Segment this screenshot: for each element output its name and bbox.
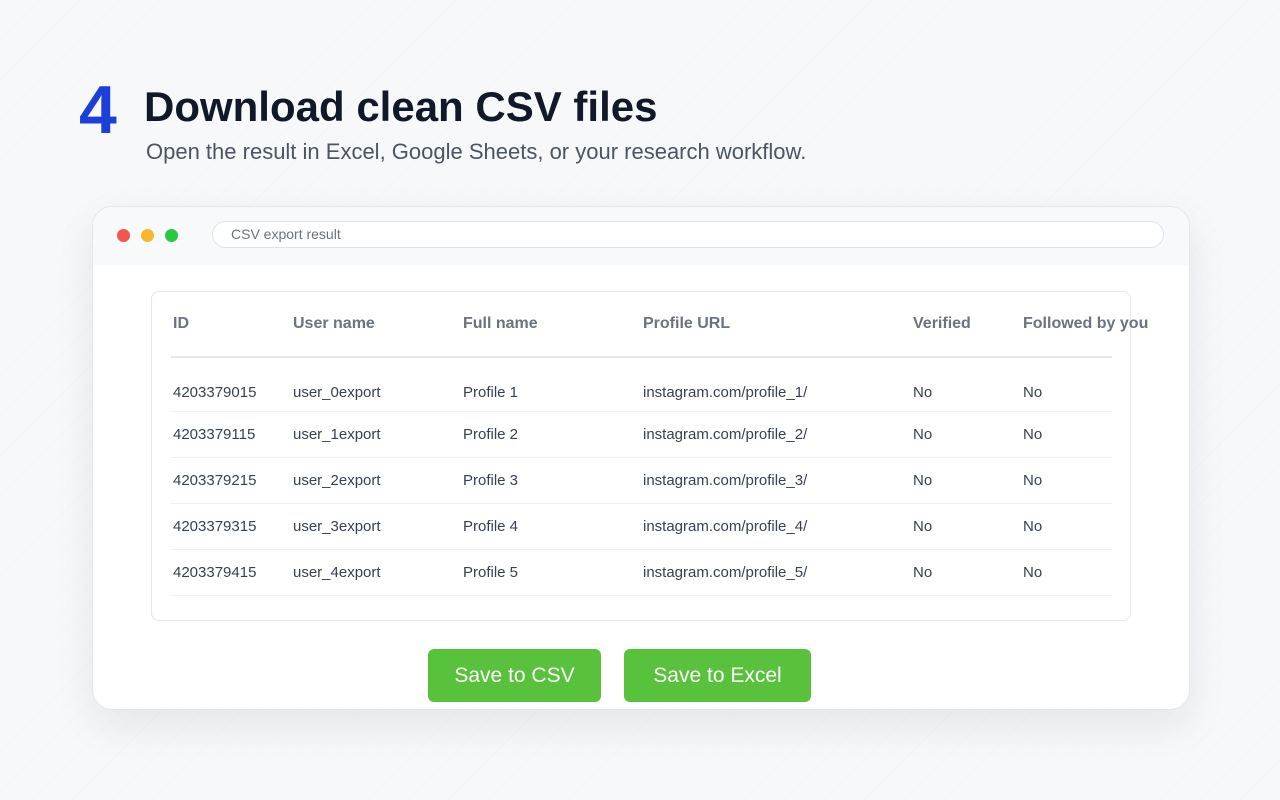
cell-user-name: user_0export: [291, 357, 461, 412]
save-to-csv-button[interactable]: Save to CSV: [428, 649, 601, 702]
cell-profile-url: instagram.com/profile_1/: [641, 357, 911, 412]
page-subtitle: Open the result in Excel, Google Sheets,…: [146, 139, 807, 164]
cell-followed-by-you: No: [1021, 411, 1112, 458]
window-titlebar: CSV export result: [93, 207, 1189, 265]
column-header-profile-url: Profile URL: [641, 292, 911, 358]
cell-verified: No: [911, 549, 1021, 596]
cell-verified: No: [911, 503, 1021, 550]
cell-profile-url: instagram.com/profile_4/: [641, 503, 911, 550]
table-row: 4203379415 user_4export Profile 5 instag…: [171, 549, 1112, 596]
cell-profile-url: instagram.com/profile_5/: [641, 549, 911, 596]
cell-full-name: Profile 2: [461, 411, 641, 458]
maximize-window-dot-icon[interactable]: [165, 229, 178, 242]
cell-id: 4203379115: [171, 411, 291, 458]
column-header-verified: Verified: [911, 292, 1021, 358]
cell-followed-by-you: No: [1021, 503, 1112, 550]
cell-verified: No: [911, 411, 1021, 458]
export-table-card: ID User name Full name Profile URL Verif…: [151, 291, 1148, 621]
cell-full-name: Profile 5: [461, 549, 641, 596]
cell-followed-by-you: No: [1021, 457, 1112, 504]
cell-verified: No: [911, 357, 1021, 412]
close-window-dot-icon[interactable]: [117, 229, 130, 242]
column-header-user-name: User name: [291, 292, 461, 358]
page-title: Download clean CSV files: [144, 83, 658, 130]
column-header-id: ID: [171, 292, 291, 358]
cell-followed-by-you: No: [1021, 357, 1112, 412]
column-header-followed-by-you: Followed by you: [1021, 292, 1148, 358]
cell-followed-by-you: No: [1021, 549, 1112, 596]
table-header-row: ID User name Full name Profile URL Verif…: [171, 292, 1148, 358]
step-number: 4: [79, 72, 117, 148]
cell-id: 4203379315: [171, 503, 291, 550]
cell-id: 4203379215: [171, 457, 291, 504]
cell-full-name: Profile 1: [461, 357, 641, 412]
minimize-window-dot-icon[interactable]: [141, 229, 154, 242]
column-header-full-name: Full name: [461, 292, 641, 358]
cell-user-name: user_3export: [291, 503, 461, 550]
cell-user-name: user_1export: [291, 411, 461, 458]
cell-id: 4203379015: [171, 357, 291, 412]
table-row: 4203379015 user_0export Profile 1 instag…: [171, 357, 1112, 412]
cell-full-name: Profile 4: [461, 503, 641, 550]
cell-full-name: Profile 3: [461, 457, 641, 504]
save-to-excel-button[interactable]: Save to Excel: [624, 649, 811, 702]
cell-profile-url: instagram.com/profile_3/: [641, 457, 911, 504]
browser-window: CSV export result ID User name Full name…: [92, 206, 1190, 710]
address-bar[interactable]: CSV export result: [212, 221, 1164, 248]
table-row: 4203379115 user_1export Profile 2 instag…: [171, 411, 1112, 458]
cell-id: 4203379415: [171, 549, 291, 596]
table-row: 4203379315 user_3export Profile 4 instag…: [171, 503, 1112, 550]
cell-verified: No: [911, 457, 1021, 504]
cell-user-name: user_2export: [291, 457, 461, 504]
table-row: 4203379215 user_2export Profile 3 instag…: [171, 457, 1112, 504]
cell-profile-url: instagram.com/profile_2/: [641, 411, 911, 458]
export-table: ID User name Full name Profile URL Verif…: [171, 292, 1148, 596]
cell-user-name: user_4export: [291, 549, 461, 596]
